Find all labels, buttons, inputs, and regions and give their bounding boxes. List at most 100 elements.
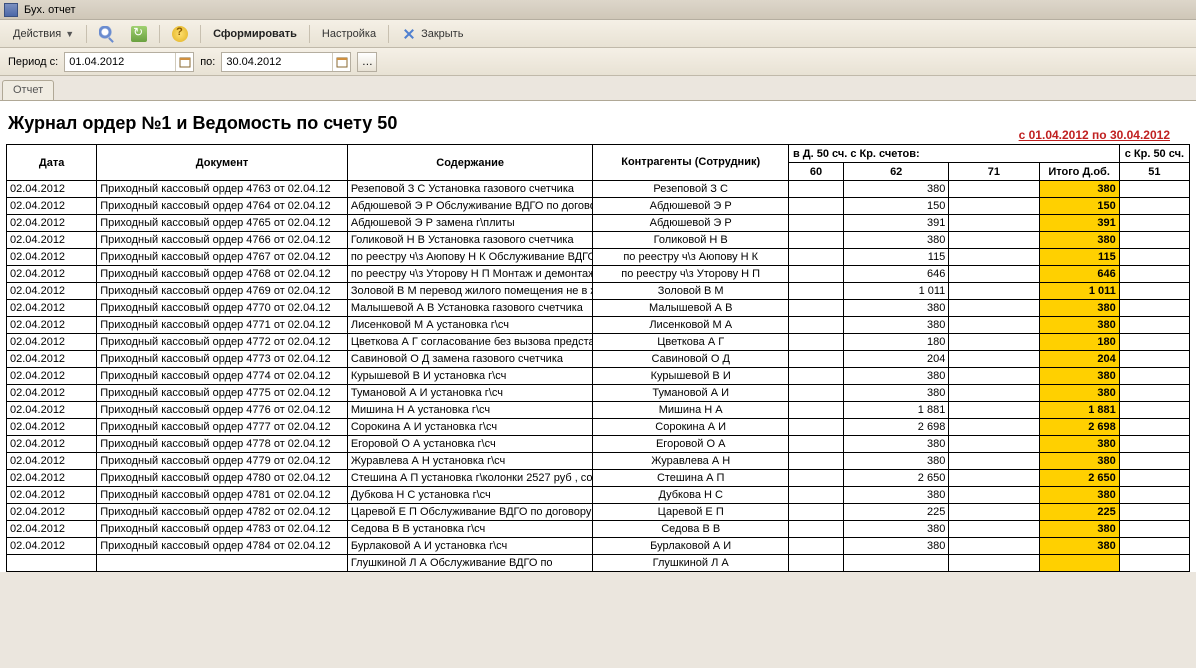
cell-date: 02.04.2012 [7, 266, 97, 283]
cell-sod: Журавлева А Н установка г\сч [347, 453, 593, 470]
table-row[interactable]: 02.04.2012Приходный кассовый ордер 4775 … [7, 385, 1190, 402]
report-area: Журнал ордер №1 и Ведомость по счету 50 … [0, 101, 1196, 572]
cell-sod: Савиновой О Д замена газового счетчика [347, 351, 593, 368]
table-row[interactable]: 02.04.2012Приходный кассовый ордер 4782 … [7, 504, 1190, 521]
search-button[interactable] [92, 22, 122, 46]
form-label: Сформировать [213, 28, 297, 40]
cell-kon: Стешина А П [593, 470, 788, 487]
cell-itog: 225 [1039, 504, 1119, 521]
cell-kon: Лисенковой М А [593, 317, 788, 334]
date-from-field[interactable] [64, 52, 194, 72]
date-to-input[interactable] [222, 54, 332, 70]
table-row[interactable]: 02.04.2012Приходный кассовый ордер 4774 … [7, 368, 1190, 385]
table-row[interactable]: 02.04.2012Приходный кассовый ордер 4769 … [7, 283, 1190, 300]
cell-62: 380 [844, 300, 949, 317]
table-row[interactable]: Глушкиной Л А Обслуживание ВДГО поГлушки… [7, 555, 1190, 572]
report-title: Журнал ордер №1 и Ведомость по счету 50 [6, 107, 399, 144]
table-row[interactable]: 02.04.2012Приходный кассовый ордер 4780 … [7, 470, 1190, 487]
cell-doc: Приходный кассовый ордер 4778 от 02.04.1… [97, 436, 348, 453]
cell-itog: 2 650 [1039, 470, 1119, 487]
cell-60 [788, 181, 843, 198]
settings-button[interactable]: Настройка [315, 24, 383, 44]
table-row[interactable]: 02.04.2012Приходный кассовый ордер 4765 … [7, 215, 1190, 232]
cell-51 [1119, 334, 1189, 351]
cell-51 [1119, 419, 1189, 436]
cell-doc: Приходный кассовый ордер 4777 от 02.04.1… [97, 419, 348, 436]
date-from-input[interactable] [65, 54, 175, 70]
cell-71 [949, 232, 1039, 249]
cell-doc: Приходный кассовый ордер 4780 от 02.04.1… [97, 470, 348, 487]
cell-71 [949, 436, 1039, 453]
table-row[interactable]: 02.04.2012Приходный кассовый ордер 4766 … [7, 232, 1190, 249]
cell-itog: 380 [1039, 538, 1119, 555]
cell-60 [788, 555, 843, 572]
cell-kon: Седова В В [593, 521, 788, 538]
table-row[interactable]: 02.04.2012Приходный кассовый ордер 4763 … [7, 181, 1190, 198]
cell-sod: Мишина Н А установка г\сч [347, 402, 593, 419]
cell-60 [788, 266, 843, 283]
table-row[interactable]: 02.04.2012Приходный кассовый ордер 4778 … [7, 436, 1190, 453]
cell-51 [1119, 300, 1189, 317]
window-title: Бух. отчет [24, 4, 76, 16]
actions-menu[interactable]: Действия ▼ [6, 24, 81, 44]
table-row[interactable]: 02.04.2012Приходный кассовый ордер 4776 … [7, 402, 1190, 419]
table-row[interactable]: 02.04.2012Приходный кассовый ордер 4771 … [7, 317, 1190, 334]
cell-sod: Малышевой А В Установка газового счетчик… [347, 300, 593, 317]
help-button[interactable] [165, 22, 195, 46]
window-icon [4, 3, 18, 17]
table-row[interactable]: 02.04.2012Приходный кассовый ордер 4783 … [7, 521, 1190, 538]
cell-sod: по реестру ч\з Уторову Н П Монтаж и демо… [347, 266, 593, 283]
cell-date: 02.04.2012 [7, 385, 97, 402]
cell-71 [949, 385, 1039, 402]
calendar-icon[interactable] [175, 53, 193, 71]
cell-doc: Приходный кассовый ордер 4772 от 02.04.1… [97, 334, 348, 351]
cell-itog: 380 [1039, 487, 1119, 504]
table-row[interactable]: 02.04.2012Приходный кассовый ордер 4779 … [7, 453, 1190, 470]
close-button[interactable]: Закрыть [394, 22, 470, 46]
cell-itog: 380 [1039, 300, 1119, 317]
table-row[interactable]: 02.04.2012Приходный кассовый ордер 4777 … [7, 419, 1190, 436]
table-row[interactable]: 02.04.2012Приходный кассовый ордер 4773 … [7, 351, 1190, 368]
cell-60 [788, 334, 843, 351]
cell-62: 380 [844, 436, 949, 453]
table-row[interactable]: 02.04.2012Приходный кассовый ордер 4768 … [7, 266, 1190, 283]
date-to-field[interactable] [221, 52, 351, 72]
magnify-icon [99, 26, 115, 42]
cell-62: 2 698 [844, 419, 949, 436]
calendar-icon[interactable] [332, 53, 350, 71]
cell-51 [1119, 521, 1189, 538]
table-row[interactable]: 02.04.2012Приходный кассовый ордер 4781 … [7, 487, 1190, 504]
table-row[interactable]: 02.04.2012Приходный кассовый ордер 4764 … [7, 198, 1190, 215]
period-to-label: по: [200, 56, 215, 68]
cell-60 [788, 419, 843, 436]
separator [309, 25, 310, 43]
table-row[interactable]: 02.04.2012Приходный кассовый ордер 4767 … [7, 249, 1190, 266]
close-label: Закрыть [421, 28, 463, 40]
form-button[interactable]: Сформировать [206, 24, 304, 44]
separator [388, 25, 389, 43]
refresh-button[interactable] [124, 22, 154, 46]
cell-62: 150 [844, 198, 949, 215]
cell-kon: Голиковой Н В [593, 232, 788, 249]
tab-report[interactable]: Отчет [2, 80, 54, 100]
cell-doc: Приходный кассовый ордер 4779 от 02.04.1… [97, 453, 348, 470]
cell-kon: Курышевой В И [593, 368, 788, 385]
table-row[interactable]: 02.04.2012Приходный кассовый ордер 4772 … [7, 334, 1190, 351]
cell-itog: 115 [1039, 249, 1119, 266]
cell-51 [1119, 555, 1189, 572]
cell-itog: 380 [1039, 385, 1119, 402]
cell-51 [1119, 487, 1189, 504]
cell-kon: Абдюшевой Э Р [593, 215, 788, 232]
period-picker-button[interactable]: … [357, 52, 377, 72]
cell-doc: Приходный кассовый ордер 4764 от 02.04.1… [97, 198, 348, 215]
table-row[interactable]: 02.04.2012Приходный кассовый ордер 4770 … [7, 300, 1190, 317]
cell-71 [949, 419, 1039, 436]
cell-62: 380 [844, 181, 949, 198]
cell-sod: по реестру ч\з Аюпову Н К Обслуживание В… [347, 249, 593, 266]
cell-kon: по реестру ч\з Уторову Н П [593, 266, 788, 283]
table-row[interactable]: 02.04.2012Приходный кассовый ордер 4784 … [7, 538, 1190, 555]
cell-sod: Абдюшевой Э Р замена г\плиты [347, 215, 593, 232]
cell-51 [1119, 351, 1189, 368]
cell-60 [788, 385, 843, 402]
cell-51 [1119, 266, 1189, 283]
